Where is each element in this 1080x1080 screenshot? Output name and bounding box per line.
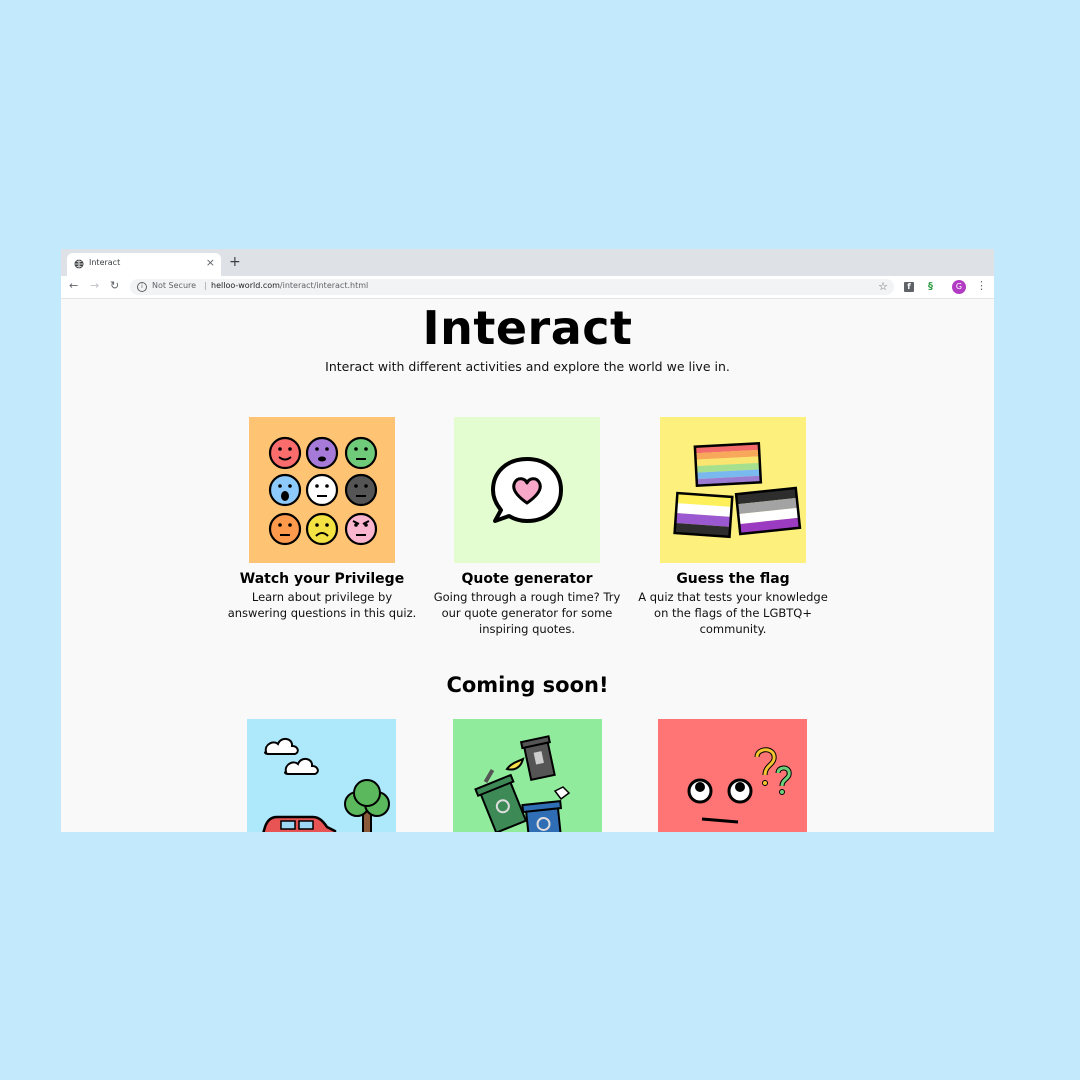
card-title[interactable]: Guess the flag xyxy=(638,571,828,587)
car-tree-clouds-icon xyxy=(262,738,390,832)
forward-arrow-icon[interactable]: → xyxy=(90,279,99,293)
card-guess-the-flag[interactable]: Guess the flag A quiz that tests your kn… xyxy=(638,417,828,637)
coming-soon-heading: Coming soon! xyxy=(446,673,609,697)
recycling-bins-icon xyxy=(474,735,571,832)
close-icon[interactable]: × xyxy=(206,256,215,269)
bookmark-star-icon[interactable]: ☆ xyxy=(878,280,888,293)
card-watch-your-privilege[interactable]: Watch your Privilege Learn about privile… xyxy=(227,417,417,621)
info-icon[interactable]: i xyxy=(137,282,147,292)
url-separator: | xyxy=(204,281,207,290)
globe-icon xyxy=(74,259,84,269)
url-text[interactable]: helloo-world.com/interact/interact.html xyxy=(211,281,368,290)
browser-window: Interact × + ← → ↻ i Not Secure | helloo… xyxy=(61,249,994,832)
speech-bubble-heart-icon xyxy=(491,457,563,523)
coming-soon-tile-car[interactable] xyxy=(247,719,396,832)
confused-face-icon xyxy=(687,747,792,824)
url-path: /interact/interact.html xyxy=(279,281,369,290)
tab-title: Interact xyxy=(89,258,121,267)
page-title: Interact xyxy=(422,301,633,355)
card-description: A quiz that tests your knowledge on the … xyxy=(638,590,828,636)
facebook-extension-icon[interactable]: f xyxy=(904,282,914,292)
card-description: Learn about privilege by answering quest… xyxy=(227,590,417,620)
coming-soon-tile-confused[interactable] xyxy=(658,719,807,832)
url-host: helloo-world.com xyxy=(211,281,280,290)
coming-soon-tile-recycling[interactable] xyxy=(453,719,602,832)
pride-flags-icon xyxy=(673,442,802,539)
tab-strip: Interact × + xyxy=(61,249,994,276)
page-content: Interact Interact with different activit… xyxy=(61,299,994,832)
card-quote-generator[interactable]: Quote generator Going through a rough ti… xyxy=(432,417,622,637)
address-bar[interactable]: i Not Secure | helloo-world.com/interact… xyxy=(130,279,894,295)
card-title[interactable]: Watch your Privilege xyxy=(227,571,417,587)
card-title[interactable]: Quote generator xyxy=(432,571,622,587)
menu-kebab-icon[interactable]: ⋮ xyxy=(976,279,987,293)
emoji-faces-image[interactable] xyxy=(249,417,395,563)
reload-icon[interactable]: ↻ xyxy=(110,279,119,293)
new-tab-button[interactable]: + xyxy=(229,255,241,269)
browser-toolbar: ← → ↻ i Not Secure | helloo-world.com/in… xyxy=(61,276,994,299)
tab-interact[interactable]: Interact × xyxy=(67,253,221,276)
flags-image[interactable] xyxy=(660,417,806,563)
security-label: Not Secure xyxy=(152,281,197,290)
back-arrow-icon[interactable]: ← xyxy=(69,279,78,293)
extension-icon[interactable]: § xyxy=(925,281,936,292)
page-subtitle: Interact with different activities and e… xyxy=(325,359,730,374)
card-description: Going through a rough time? Try our quot… xyxy=(433,590,621,636)
speech-heart-image[interactable] xyxy=(454,417,600,563)
avatar[interactable]: G xyxy=(952,280,966,294)
emoji-grid-icon xyxy=(268,436,378,546)
